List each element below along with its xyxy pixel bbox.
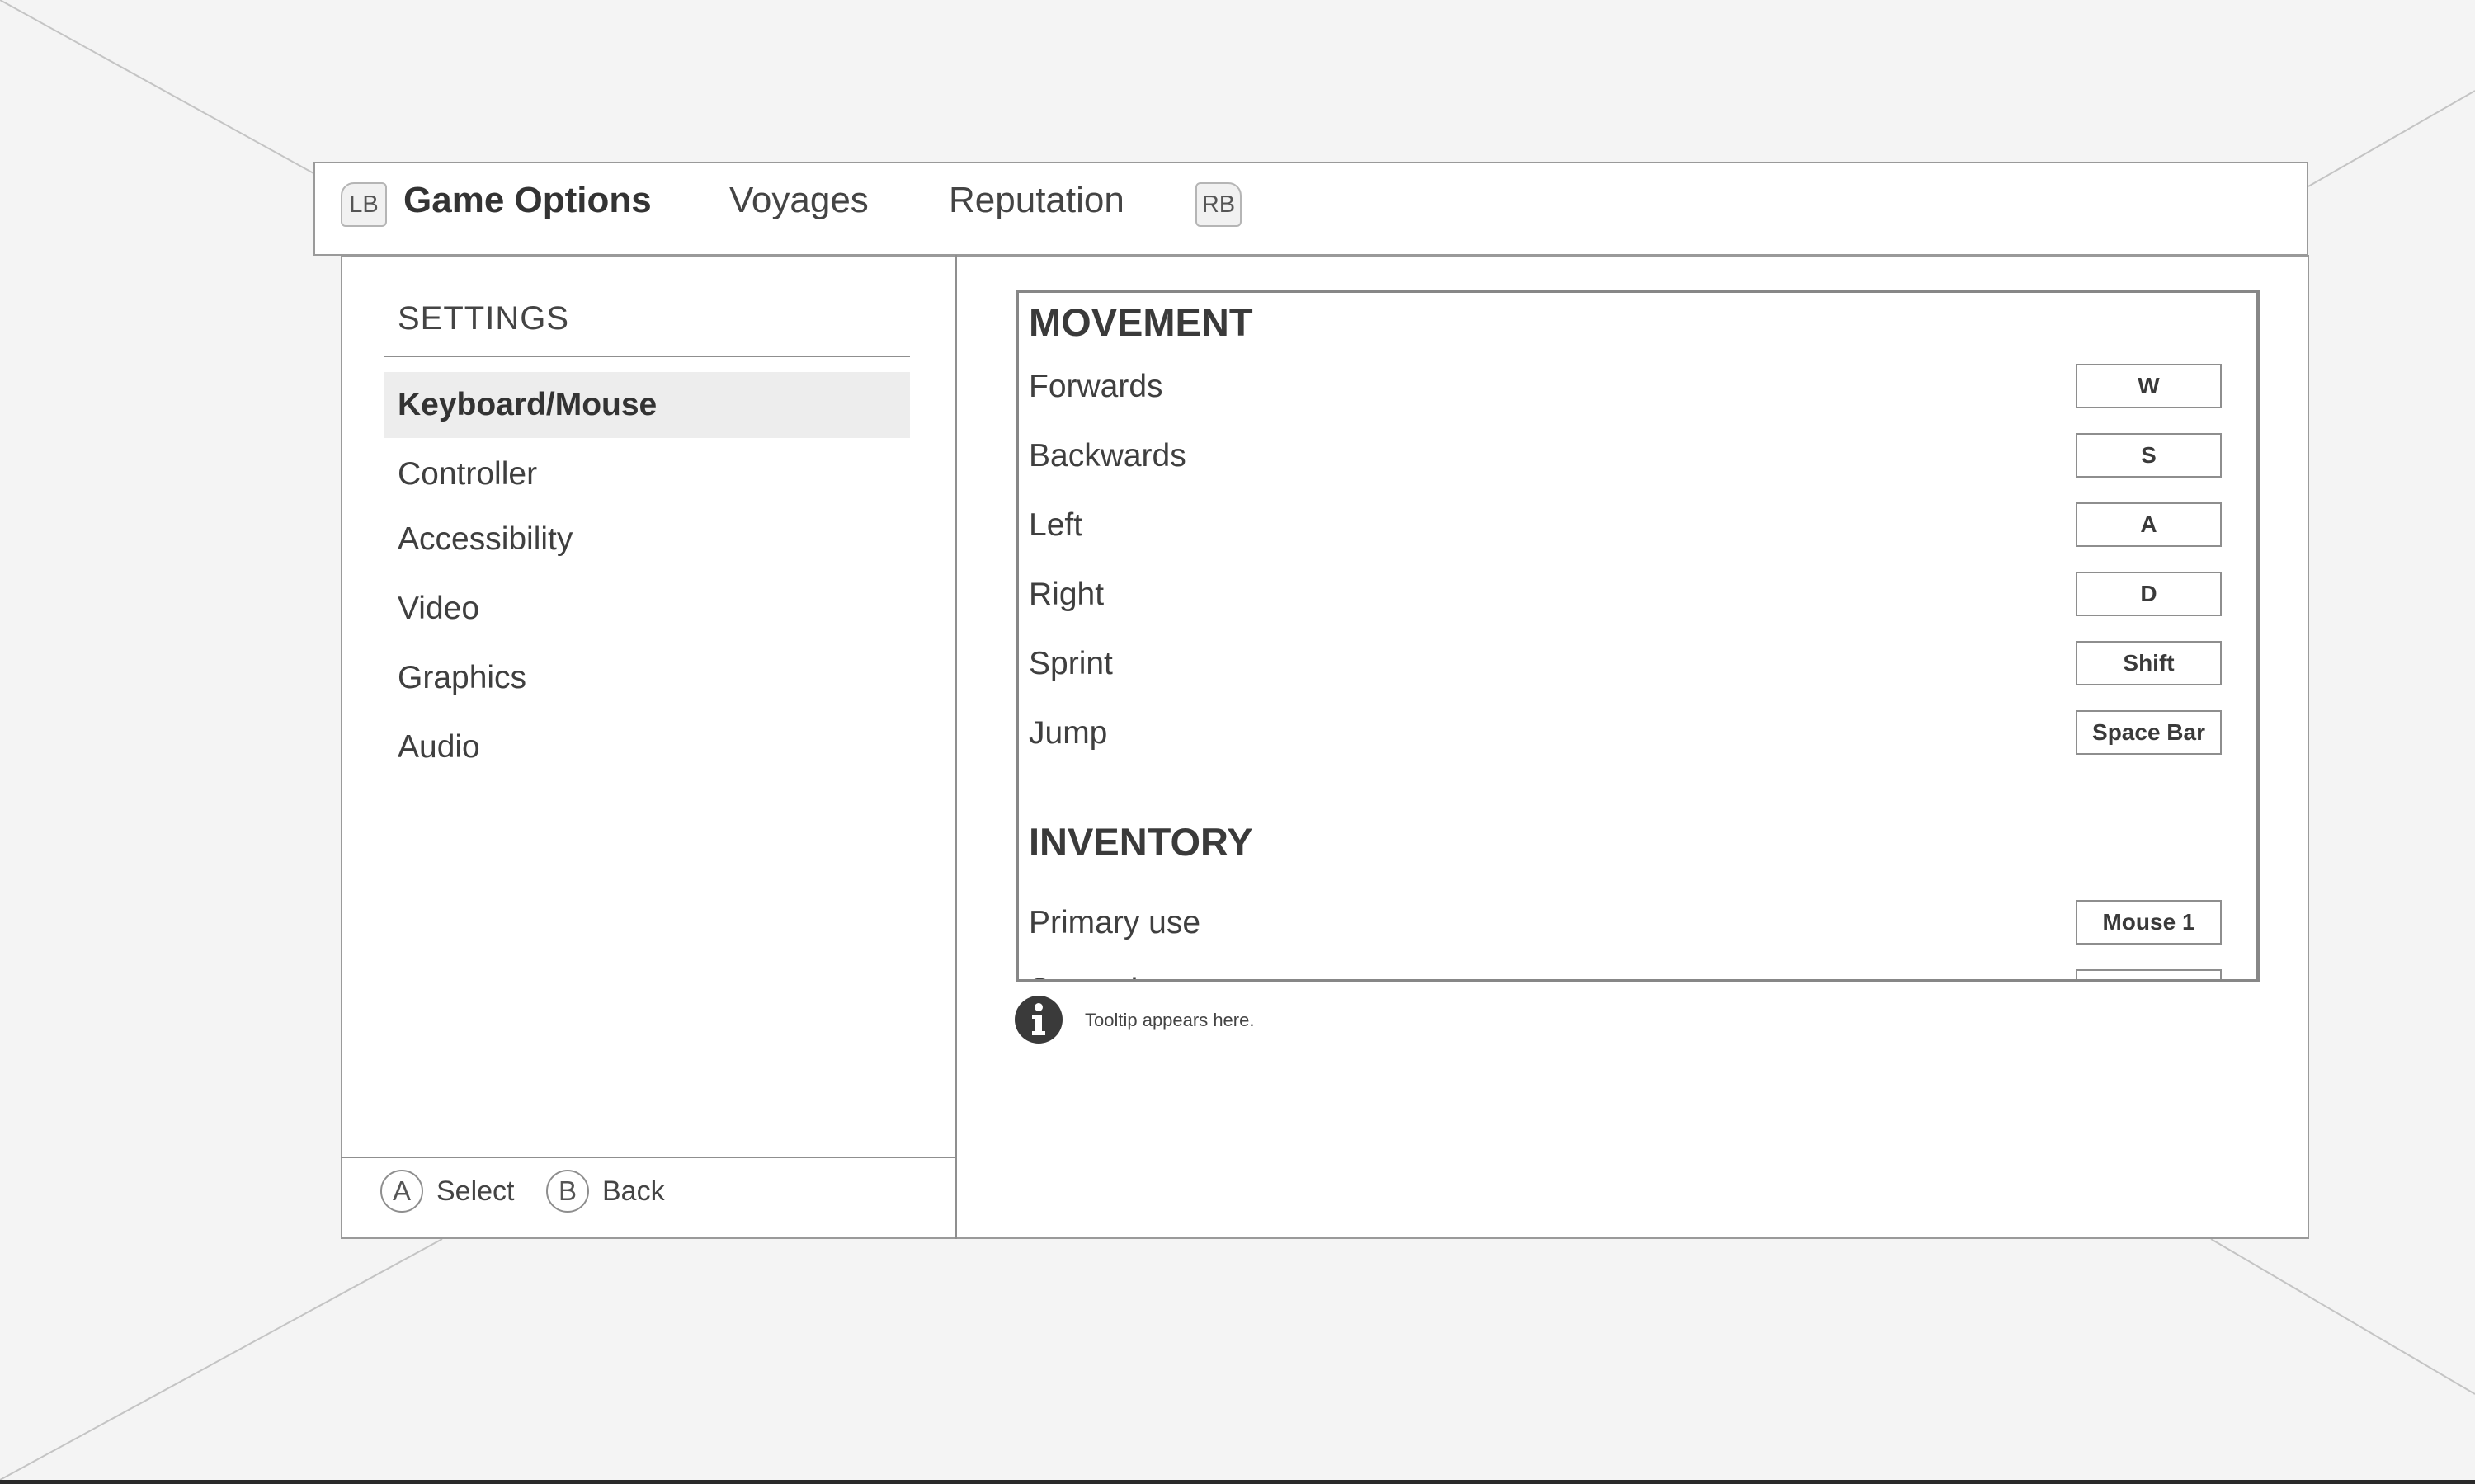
- key-button-secondary-use[interactable]: Mouse 2: [2076, 969, 2222, 979]
- binding-label-primary-use: Primary use: [1029, 905, 1201, 940]
- key-button-backwards[interactable]: S: [2076, 433, 2222, 478]
- sidebar-item-controller[interactable]: Controller: [384, 441, 910, 507]
- section-title-movement: MOVEMENT: [1029, 300, 1253, 344]
- settings-heading-rule: [384, 356, 910, 357]
- key-button-jump[interactable]: Space Bar: [2076, 710, 2222, 755]
- keybindings-panel[interactable]: MOVEMENT Forwards W Backwards S Left A R…: [1016, 290, 2260, 982]
- lb-shoulder-button[interactable]: LB: [341, 182, 387, 227]
- sidebar-item-keyboard-mouse[interactable]: Keyboard/Mouse: [384, 372, 910, 438]
- binding-label-right: Right: [1029, 577, 1105, 612]
- section-title-inventory: INVENTORY: [1029, 820, 1253, 864]
- sidebar-item-video[interactable]: Video: [384, 576, 910, 642]
- footer-divider: [341, 1157, 956, 1158]
- tab-reputation[interactable]: Reputation: [949, 173, 1124, 228]
- tab-game-options[interactable]: Game Options: [403, 173, 652, 228]
- binding-label-backwards: Backwards: [1029, 438, 1186, 473]
- binding-label-secondary-use: Secondary use: [1029, 973, 1243, 979]
- bottom-edge: [0, 1480, 2475, 1484]
- key-button-primary-use[interactable]: Mouse 1: [2076, 900, 2222, 945]
- sidebar-item-accessibility[interactable]: Accessibility: [384, 506, 910, 572]
- tooltip-text: Tooltip appears here.: [1085, 1010, 1255, 1030]
- settings-heading: SETTINGS: [398, 300, 570, 337]
- sidebar-divider: [955, 255, 957, 1239]
- key-button-sprint[interactable]: Shift: [2076, 641, 2222, 685]
- sidebar-item-audio[interactable]: Audio: [384, 714, 910, 780]
- tab-voyages[interactable]: Voyages: [729, 173, 869, 228]
- binding-label-forwards: Forwards: [1029, 369, 1163, 404]
- binding-label-jump: Jump: [1029, 715, 1108, 751]
- back-hint-label: Back: [602, 1175, 665, 1207]
- sidebar-item-graphics[interactable]: Graphics: [384, 645, 910, 711]
- key-button-left[interactable]: A: [2076, 502, 2222, 547]
- key-button-forwards[interactable]: W: [2076, 364, 2222, 408]
- a-button-icon[interactable]: A: [380, 1170, 423, 1213]
- select-hint-label: Select: [436, 1175, 515, 1207]
- binding-label-sprint: Sprint: [1029, 646, 1113, 681]
- key-button-right[interactable]: D: [2076, 572, 2222, 616]
- b-button-icon[interactable]: B: [546, 1170, 589, 1213]
- rb-shoulder-button[interactable]: RB: [1195, 182, 1242, 227]
- binding-label-left: Left: [1029, 507, 1083, 543]
- info-icon: [1015, 996, 1063, 1044]
